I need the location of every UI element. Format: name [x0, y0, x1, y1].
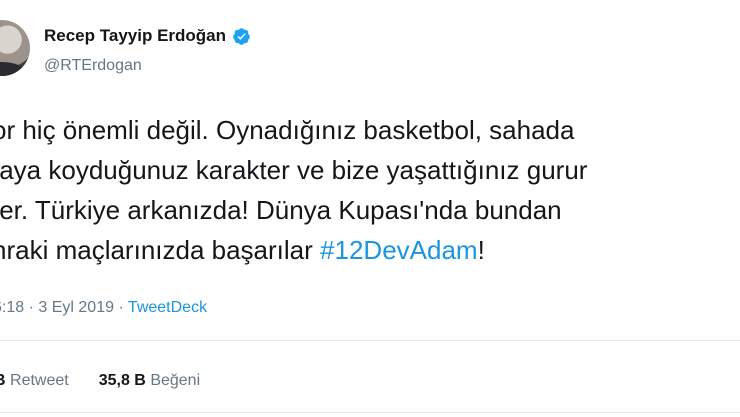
retweet-label: Retweet	[10, 372, 69, 389]
tweet-time[interactable]: 6:18	[0, 299, 24, 316]
author-name[interactable]: Recep Tayyip Erdoğan	[44, 26, 226, 46]
tweet-stats: B Retweet 35,8 B Beğeni	[0, 372, 230, 390]
tweet-text-end: !	[477, 235, 485, 265]
like-count: 35,8 B	[98, 372, 146, 389]
tweet-text-line: ter. Türkiye arkanızda! Dünya Kupası'nda…	[0, 195, 562, 225]
retweet-count: B	[0, 372, 6, 389]
tweet-text-line-start: nraki maçlarınızda başarılar	[0, 235, 321, 265]
author-row: Recep Tayyip Erdoğan	[44, 26, 251, 46]
verified-badge-icon	[233, 27, 250, 45]
meta-separator: ·	[28, 299, 34, 316]
meta-separator: ·	[118, 299, 124, 316]
tweet-date[interactable]: 3 Eyl 2019	[38, 299, 114, 316]
divider	[0, 412, 740, 413]
tweet-source-link[interactable]: TweetDeck	[128, 299, 207, 316]
divider	[0, 340, 740, 341]
retweet-stat[interactable]: B Retweet	[0, 372, 69, 390]
tweet-text-line: taya koyduğunuz karakter ve bize yaşattı…	[0, 155, 588, 185]
tweet-text: or hiç önemli değil. Oynadığınız basketb…	[0, 110, 740, 270]
avatar-shoulders	[0, 62, 28, 76]
avatar[interactable]	[0, 20, 30, 76]
author-handle[interactable]: @RTErdogan	[44, 57, 142, 75]
tweet-text-line: nraki maçlarınızda başarılar #12DevAdam!	[0, 230, 740, 270]
tweet-card: Recep Tayyip Erdoğan @RTErdogan or hiç ö…	[0, 0, 740, 417]
tweet-meta: 6:18 · 3 Eyl 2019 · TweetDeck	[0, 299, 207, 317]
tweet-text-line: or hiç önemli değil. Oynadığınız basketb…	[0, 115, 575, 145]
like-stat[interactable]: 35,8 B Beğeni	[99, 372, 200, 390]
hashtag-link[interactable]: #12DevAdam	[320, 235, 478, 265]
like-label: Beğeni	[150, 372, 201, 389]
